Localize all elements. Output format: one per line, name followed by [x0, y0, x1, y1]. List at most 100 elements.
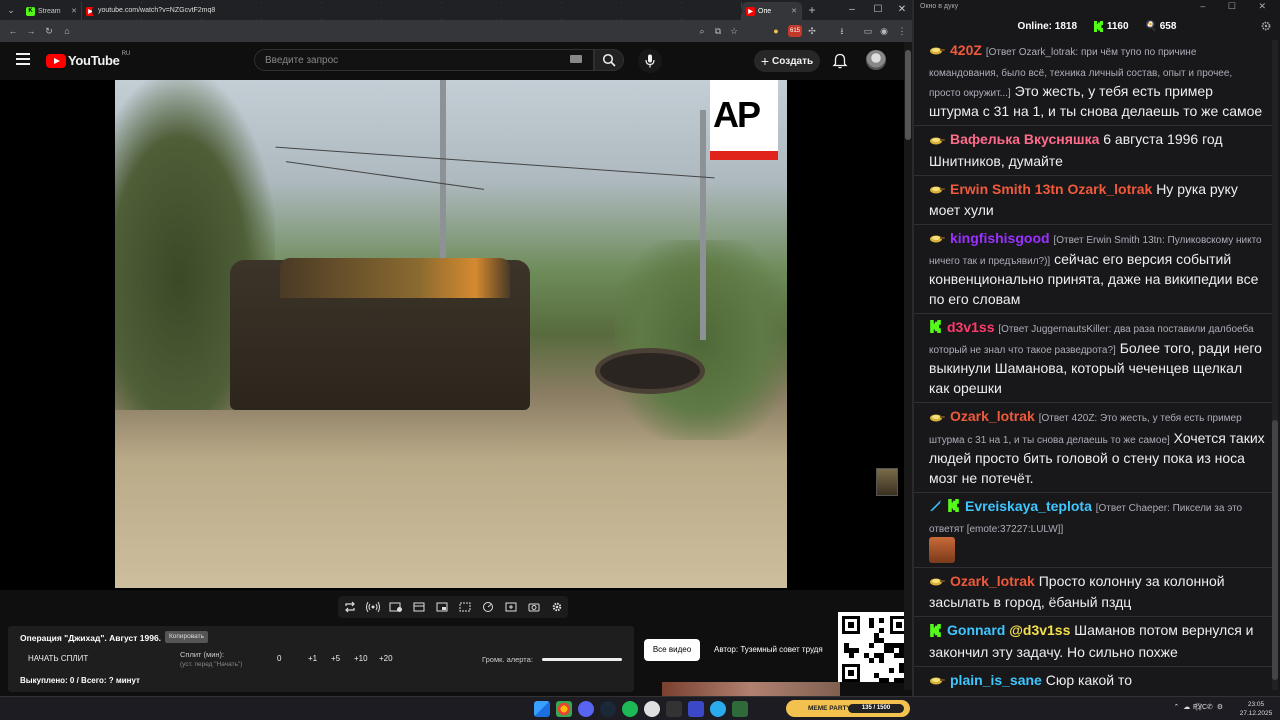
search-input[interactable] [255, 50, 593, 71]
home-icon[interactable]: ⌂ [58, 26, 76, 36]
chat-message-list[interactable]: 420Z [Ответ Ozark_lotrak: при чём тупо п… [914, 37, 1274, 693]
split-value[interactable]: 0 [277, 654, 281, 663]
split-plus-10-button[interactable]: +10 [354, 654, 368, 663]
steam-taskbar-icon[interactable] [600, 701, 616, 717]
chat-username[interactable]: Gonnard [947, 622, 1005, 638]
back-icon[interactable]: ← [4, 26, 22, 36]
install-app-icon[interactable]: ⧉ [712, 25, 724, 37]
media-player-taskbar-icon[interactable] [688, 701, 704, 717]
broadcast-icon[interactable] [365, 600, 380, 614]
chat-username[interactable]: Erwin Smith 13tn [950, 181, 1064, 197]
filmstrip-icon[interactable] [458, 600, 472, 614]
close-tab-icon[interactable]: ✕ [791, 7, 797, 15]
chat-message[interactable]: Ozark_lotrak [Ответ 420Z: Это жесть, у т… [914, 403, 1274, 493]
zoom-icon[interactable]: ⌕ [696, 25, 708, 37]
chrome-taskbar-icon[interactable] [556, 701, 572, 717]
chat-message[interactable]: Erwin Smith 13tn Ozark_lotrak Ну рука ру… [914, 176, 1274, 225]
search-button[interactable] [594, 49, 624, 71]
spotify-taskbar-icon[interactable] [622, 701, 638, 717]
chat-message[interactable]: d3v1ss [Ответ JuggernautsKiller: два раз… [914, 314, 1274, 404]
browser-tab[interactable]: ▶ Опе ✕ [742, 2, 802, 20]
chat-message[interactable]: Вафелька Вкусняшка 6 августа 1996 год Шн… [914, 126, 1274, 176]
hamburger-menu-icon[interactable] [16, 53, 30, 65]
chat-username[interactable]: 420Z [950, 42, 982, 58]
split-plus-5-button[interactable]: +5 [331, 654, 340, 663]
profile-icon[interactable]: ◉ [878, 25, 890, 37]
browser-tab[interactable]: K Stream ✕ [22, 2, 82, 20]
meme-party-widget[interactable]: MEME PARTY 135 / 1500 [786, 700, 910, 717]
chat-message[interactable]: kingfishisgood [Ответ Erwin Smith 13tn: … [914, 225, 1274, 315]
loop-icon[interactable] [343, 600, 357, 614]
split-minutes-label: Сплит (мин): [180, 650, 225, 659]
all-videos-button[interactable]: Все видео [644, 639, 700, 661]
alert-volume-slider[interactable] [542, 658, 622, 661]
chat-username[interactable]: kingfishisgood [950, 230, 1050, 246]
close-window-button[interactable]: ✕ [890, 0, 914, 20]
create-button[interactable]: + Создать [754, 50, 820, 72]
chat-username[interactable]: plain_is_sane [950, 672, 1042, 688]
reload-icon[interactable]: ↻ [40, 26, 58, 37]
chat-message[interactable]: plain_is_sane Сюр какой то [914, 667, 1274, 693]
app-taskbar-icon[interactable] [666, 701, 682, 717]
tab-search-button[interactable]: ⌄ [0, 0, 22, 20]
discord-taskbar-icon[interactable] [578, 701, 594, 717]
forward-icon[interactable]: → [22, 26, 40, 36]
split-plus-1-button[interactable]: +1 [308, 654, 317, 663]
chat-mention[interactable]: Ozark_lotrak [1067, 181, 1152, 197]
split-plus-20-button[interactable]: +20 [379, 654, 393, 663]
chat-message[interactable]: Evreiskaya_teplota [Ответ Chaeper: Пиксе… [914, 493, 1274, 569]
chat-scrollbar-thumb[interactable] [1272, 420, 1278, 680]
chat-mention[interactable]: @d3v1ss [1009, 622, 1070, 638]
video-frame[interactable]: AP [115, 80, 787, 588]
chat-username[interactable]: Ozark_lotrak [950, 573, 1035, 589]
account-avatar[interactable] [866, 50, 886, 70]
chapters-icon[interactable] [412, 600, 426, 614]
obs-taskbar-icon[interactable] [644, 701, 660, 717]
add-frame-icon[interactable] [504, 600, 518, 614]
page-scrollbar-thumb[interactable] [905, 50, 911, 140]
windows-start-icon[interactable] [534, 701, 550, 717]
new-tab-button[interactable]: + [802, 3, 822, 17]
close-tab-icon[interactable]: ✕ [71, 7, 77, 15]
system-clock[interactable]: 23:05 27.12.2025 [1236, 700, 1276, 718]
screenshot-camera-icon[interactable] [527, 600, 541, 614]
youtube-logo[interactable]: YouTube RU [46, 51, 130, 68]
bookmark-star-icon[interactable]: ☆ [728, 25, 740, 37]
chat-window-controls[interactable]: – ☐ ✕ [1200, 1, 1276, 12]
miniplayer-settings-icon[interactable] [389, 600, 403, 614]
app2-taskbar-icon[interactable] [732, 701, 748, 717]
page-scrollbar[interactable] [904, 42, 912, 690]
speed-icon[interactable] [481, 600, 495, 614]
chat-message[interactable]: Gonnard @d3v1ss Шаманов потом вернулся и… [914, 617, 1274, 667]
copy-button[interactable]: Копировать [165, 631, 208, 643]
maximize-button[interactable]: ☐ [866, 0, 890, 20]
video-player[interactable]: AP [0, 80, 912, 590]
start-split-button[interactable]: НАЧАТЬ СПЛИТ [28, 654, 88, 663]
sidebar-icon[interactable]: ▭ [862, 25, 874, 37]
chat-username[interactable]: Вафелька Вкусняшка [950, 131, 1099, 147]
chat-username[interactable]: Ozark_lotrak [950, 408, 1035, 424]
channel-thumbnail[interactable] [876, 468, 898, 496]
chat-message[interactable]: Ozark_lotrak Просто колонну за колонной … [914, 568, 1274, 618]
browser-menu-icon[interactable]: ⋮ [896, 25, 908, 37]
voice-search-button[interactable] [638, 49, 662, 73]
chat-username[interactable]: Evreiskaya_teplota [965, 498, 1092, 514]
extensions-puzzle-icon[interactable]: ✣ [806, 25, 818, 37]
theater-mode-icon[interactable] [435, 600, 449, 614]
telegram-taskbar-icon[interactable] [710, 701, 726, 717]
chat-message[interactable]: 420Z [Ответ Ozark_lotrak: при чём тупо п… [914, 37, 1274, 127]
input-language[interactable]: РУС [1193, 704, 1207, 711]
settings-gear-icon[interactable] [550, 600, 564, 614]
chat-scrollbar[interactable] [1272, 40, 1278, 690]
extension-yellow-icon[interactable]: ● [770, 25, 782, 37]
minimize-button[interactable]: – [840, 0, 864, 20]
keyboard-icon[interactable] [570, 55, 582, 63]
chat-username[interactable]: d3v1ss [947, 319, 994, 335]
pan-badge-icon [929, 229, 945, 249]
url-bar[interactable]: youtube.com/watch?v=NZGcvtF2mq8 [92, 3, 742, 19]
notifications-bell-icon[interactable] [832, 53, 848, 69]
download-icon[interactable]: ⭳ [836, 25, 848, 37]
chat-settings-gear-icon[interactable] [1260, 20, 1272, 32]
extension-badge[interactable]: 615 [788, 25, 802, 37]
youtube-favicon-icon: ▶ [746, 6, 755, 16]
